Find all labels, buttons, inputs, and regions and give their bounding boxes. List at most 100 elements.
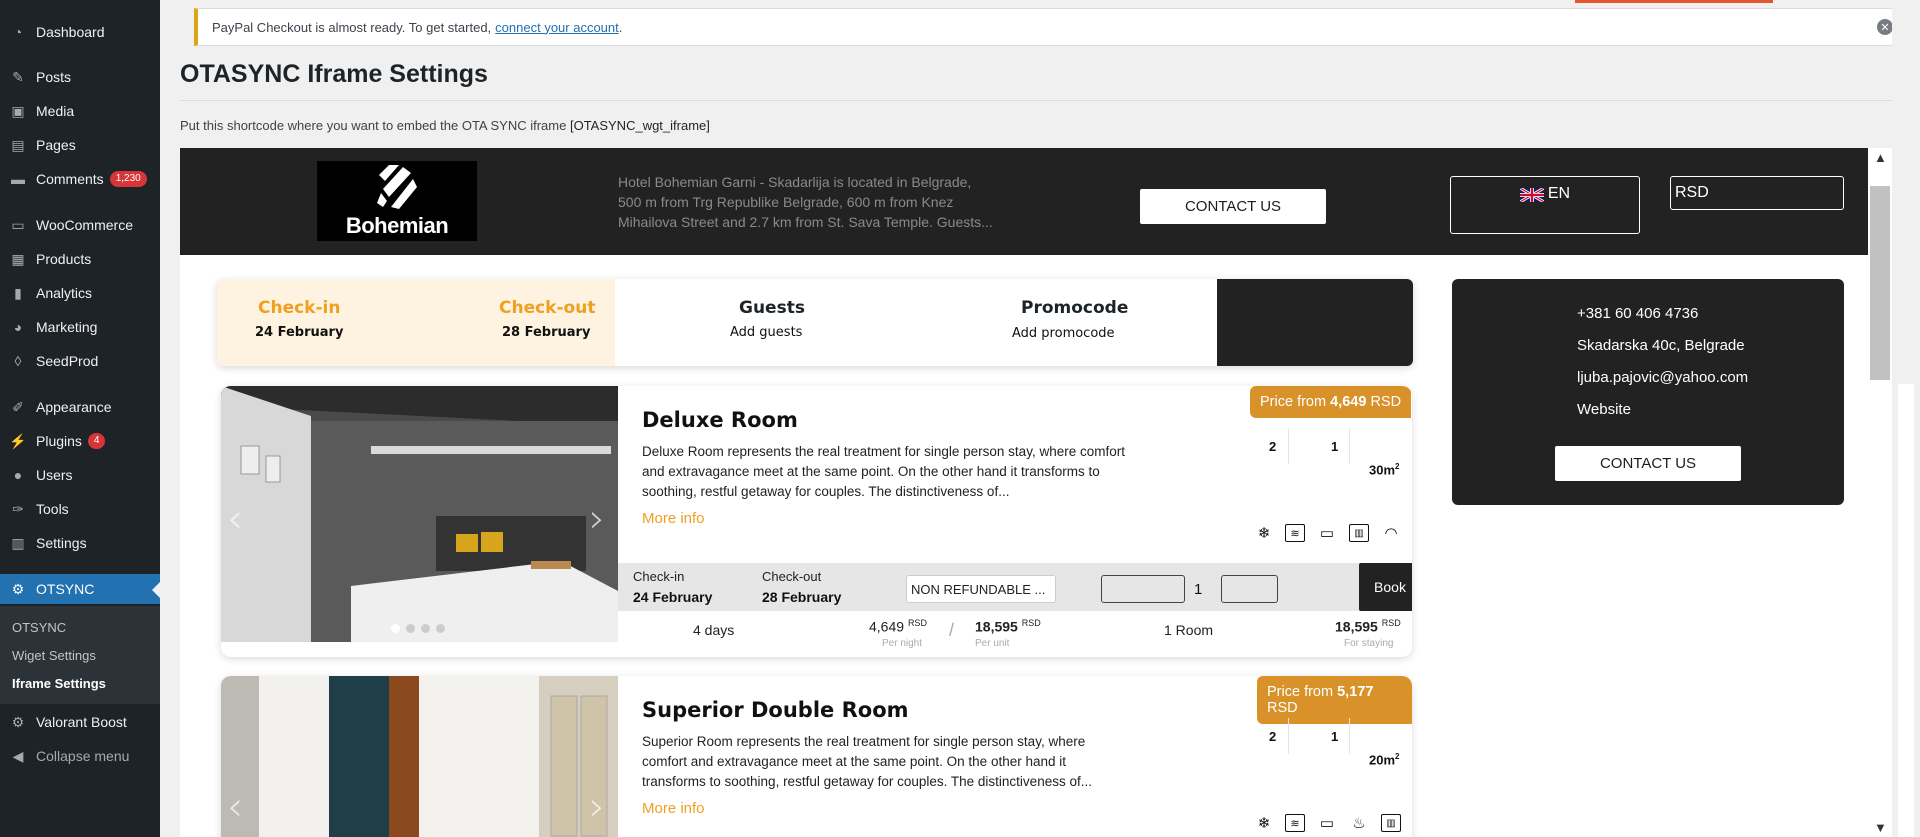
carousel-next-icon[interactable]: › bbox=[589, 784, 605, 830]
uk-flag-icon bbox=[1519, 188, 1544, 202]
sidebar-item-appearance[interactable]: ✐ Appearance bbox=[0, 392, 160, 422]
more-info-link[interactable]: More info bbox=[642, 800, 705, 817]
hotel-logo[interactable]: Bohemian bbox=[317, 161, 477, 241]
sidebar-item-posts[interactable]: ✎ Posts bbox=[0, 62, 160, 92]
sidebar-item-pages[interactable]: ▤ Pages bbox=[0, 130, 160, 160]
room-count: 1 Room bbox=[1164, 622, 1214, 638]
users-icon: ● bbox=[13, 467, 23, 483]
bohemian-logo-mark bbox=[377, 165, 417, 209]
sidebar-item-otsync[interactable]: ⚙ OTSYNC bbox=[0, 574, 160, 604]
guests-label: Guests bbox=[739, 298, 805, 318]
header-contact-button[interactable]: CONTACT US bbox=[1140, 189, 1326, 224]
sidebar-item-seedprod[interactable]: ◊ SeedProd bbox=[0, 346, 160, 376]
sidebar-item-analytics[interactable]: ▮ Analytics bbox=[0, 278, 160, 308]
logo-wordmark: Bohemian bbox=[345, 213, 449, 238]
deluxe-room-photo bbox=[221, 386, 618, 642]
sidebar-item-marketing[interactable]: ◕ Marketing bbox=[0, 312, 160, 342]
room-title: Superior Double Room bbox=[642, 698, 909, 722]
media-icon: ▣ bbox=[11, 102, 25, 119]
admin-sidebar: ◔ Dashboard ✎ Posts ▣ Media ▤ Pages ▬ Comment… bbox=[0, 0, 160, 837]
iframe-scrollbar[interactable]: ▲ ▼ bbox=[1868, 148, 1892, 837]
carousel-dot[interactable] bbox=[436, 624, 445, 633]
quantity-input[interactable] bbox=[1101, 575, 1185, 603]
sidebar-item-tools[interactable]: ✑ Tools bbox=[0, 494, 160, 524]
carousel-prev-icon[interactable]: ‹ bbox=[227, 784, 243, 830]
currency-selector[interactable]: RSD bbox=[1670, 176, 1844, 210]
carousel-dot[interactable] bbox=[391, 624, 400, 633]
gear-icon: ⚙ bbox=[11, 580, 25, 597]
rate-plan-select[interactable]: NON REFUNDABLE ... bbox=[906, 575, 1056, 603]
sidebar-item-label: Settings bbox=[36, 535, 87, 551]
hotel-description: Hotel Bohemian Garni - Skadarlija is loc… bbox=[618, 174, 993, 230]
room-size: 20m2 bbox=[1369, 752, 1399, 767]
room-size-sup: 2 bbox=[1395, 752, 1400, 761]
book-button[interactable]: Book bbox=[1359, 563, 1412, 611]
collapse-menu-button[interactable]: ◀ Collapse menu bbox=[0, 741, 160, 771]
scrollbar-thumb[interactable] bbox=[1870, 186, 1890, 380]
slash-divider: / bbox=[949, 620, 955, 640]
submenu-widget-settings[interactable]: Wiget Settings bbox=[0, 641, 160, 669]
quantity-value: 1 bbox=[1194, 581, 1203, 598]
hotel-header: Bohemian Hotel Bohemian Garni - Skadarli… bbox=[180, 148, 1868, 255]
guests-picker[interactable]: Add guests bbox=[730, 325, 802, 340]
current-menu-arrow bbox=[152, 582, 160, 598]
date-range-picker[interactable] bbox=[217, 279, 615, 366]
page-scrollbar[interactable] bbox=[1892, 0, 1920, 837]
sidebar-item-plugins[interactable]: ⚡ Plugins 4 bbox=[0, 426, 160, 456]
per-unit-value: 18,595 bbox=[975, 618, 1018, 635]
top-accent-bar bbox=[1575, 0, 1773, 3]
room-photo-carousel[interactable]: ‹ › bbox=[221, 386, 618, 642]
sidebar-item-products[interactable]: ▦ Products bbox=[0, 244, 160, 274]
superior-room-photo bbox=[221, 676, 618, 837]
carousel-dot[interactable] bbox=[406, 624, 415, 633]
sidebar-item-label: Marketing bbox=[36, 319, 98, 335]
carousel-prev-icon[interactable]: ‹ bbox=[227, 496, 243, 542]
sidebar-item-media[interactable]: ▣ Media bbox=[0, 96, 160, 126]
sidebar-item-comments[interactable]: ▬ Comments 1,230 bbox=[0, 164, 160, 194]
plugin-icon: ⚡ bbox=[9, 432, 27, 449]
language-selector[interactable]: EN bbox=[1450, 176, 1640, 234]
submenu-iframe-settings[interactable]: Iframe Settings bbox=[0, 669, 160, 697]
promocode-input[interactable]: Add promocode bbox=[1012, 326, 1115, 341]
plugins-count-badge: 4 bbox=[87, 433, 106, 449]
carousel-next-icon[interactable]: › bbox=[589, 496, 605, 542]
connect-account-link[interactable]: connect your account bbox=[495, 20, 619, 35]
sidebar-item-woocommerce[interactable]: ▭ WooCommerce bbox=[0, 210, 160, 240]
carousel-dot[interactable] bbox=[421, 624, 430, 633]
per-unit-label: Per unit bbox=[975, 638, 1010, 649]
search-button[interactable] bbox=[1217, 279, 1413, 366]
sidebar-item-dashboard[interactable]: ◔ Dashboard bbox=[0, 17, 160, 47]
per-night-price: 4,649 RSD bbox=[869, 618, 927, 635]
submenu-otsync[interactable]: OTSYNC bbox=[0, 613, 160, 641]
shortcode-instructions: Put this shortcode where you want to emb… bbox=[180, 118, 710, 133]
scroll-down-icon[interactable]: ▼ bbox=[1874, 820, 1887, 835]
stay-days: 4 days bbox=[693, 622, 735, 638]
adults-count: 2 bbox=[1269, 729, 1277, 744]
checkout-value[interactable]: 28 February bbox=[502, 325, 590, 340]
more-info-link[interactable]: More info bbox=[642, 510, 705, 527]
checkin-value[interactable]: 24 February bbox=[255, 325, 343, 340]
scroll-up-icon[interactable]: ▲ bbox=[1874, 150, 1887, 165]
sidebar-item-valorant-boost[interactable]: ⚙ Valorant Boost bbox=[0, 707, 160, 737]
dismiss-notice-button[interactable]: ✕ bbox=[1877, 19, 1893, 35]
contact-phone[interactable]: +381 60 406 4736 bbox=[1577, 305, 1698, 322]
tv-icon: ▭ bbox=[1319, 525, 1335, 542]
comments-icon: ▬ bbox=[11, 171, 25, 187]
sidebar-item-label: Collapse menu bbox=[36, 748, 130, 764]
room-description: Deluxe Room represents the real treatmen… bbox=[642, 444, 1125, 499]
contact-website-link[interactable]: Website bbox=[1577, 401, 1631, 418]
children-count: 1 bbox=[1331, 729, 1339, 744]
extra-input[interactable] bbox=[1221, 575, 1278, 603]
sidebar-item-label: Appearance bbox=[36, 399, 112, 415]
sidebar-item-users[interactable]: ● Users bbox=[0, 460, 160, 490]
price-from-badge: Price from 5,177 RSD bbox=[1257, 676, 1412, 724]
room-size: 30m2 bbox=[1369, 462, 1399, 477]
sidebar-item-settings[interactable]: ▥ Settings bbox=[0, 528, 160, 558]
contact-email[interactable]: ljuba.pajovic@yahoo.com bbox=[1577, 369, 1748, 386]
contact-card-button[interactable]: CONTACT US bbox=[1555, 446, 1741, 481]
woo-icon: ▭ bbox=[11, 216, 25, 233]
room-photo-carousel[interactable]: ‹ › bbox=[221, 676, 618, 837]
per-night-currency: RSD bbox=[907, 618, 927, 628]
price-value: 4,649 bbox=[1330, 394, 1367, 410]
gear-icon: ⚙ bbox=[11, 713, 25, 730]
